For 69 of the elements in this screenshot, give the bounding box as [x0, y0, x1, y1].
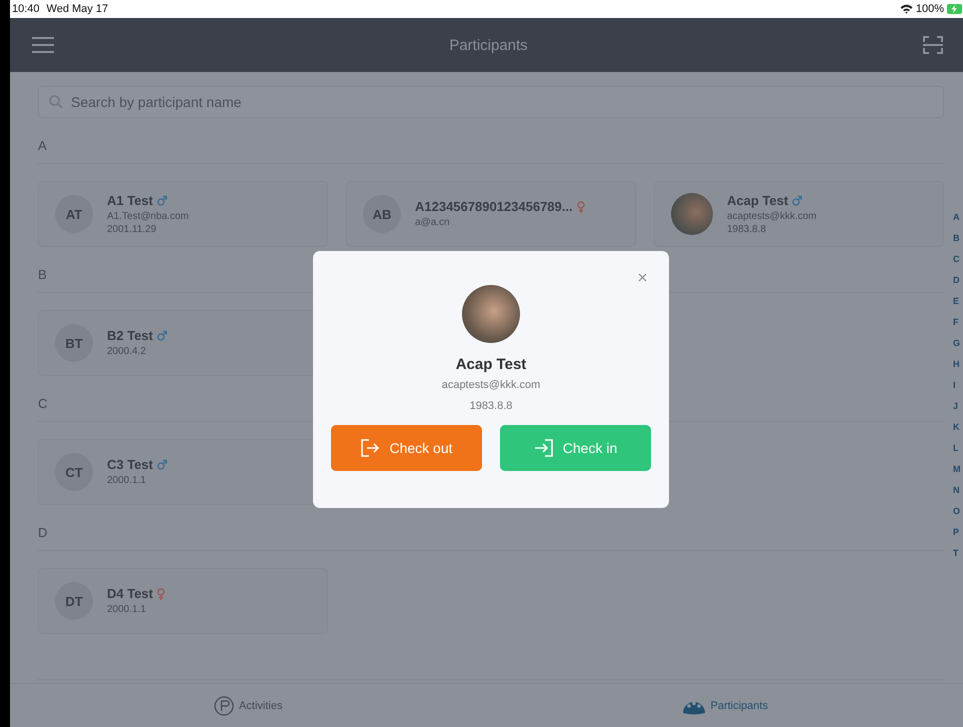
participant-email: acaptests@kkk.com: [442, 379, 540, 391]
participant-name: A1 Test: [107, 192, 153, 208]
participant-detail: acaptests@kkk.com: [727, 210, 817, 222]
participant-detail: 1983.8.8: [727, 222, 766, 236]
index-letter[interactable]: M: [953, 462, 963, 476]
participant-detail: 2000.1.1: [107, 603, 146, 616]
tab[interactable]: Participants: [486, 684, 963, 727]
female-icon: [157, 588, 165, 600]
avatar-initials: DT: [55, 582, 93, 620]
avatar-initials: BT: [55, 324, 93, 362]
status-time: 10:40: [12, 3, 40, 15]
index-letter[interactable]: B: [953, 231, 963, 245]
tab[interactable]: Activities: [10, 684, 486, 727]
avatar-initials: AT: [55, 195, 93, 233]
index-letter[interactable]: K: [953, 420, 963, 434]
scan-icon[interactable]: [923, 36, 943, 54]
male-icon: [792, 194, 802, 206]
search-field[interactable]: Search by participant name: [38, 86, 944, 118]
participant-name: Acap Test: [456, 356, 526, 373]
section-letter: A: [38, 138, 47, 153]
check-out-button[interactable]: Check out: [331, 425, 482, 471]
avatar-photo: [671, 193, 713, 235]
index-letter[interactable]: L: [953, 441, 963, 455]
index-letter[interactable]: D: [953, 273, 963, 287]
exit-arrow-icon: [360, 439, 380, 457]
status-date: Wed May 17: [46, 3, 108, 15]
participant-name: D4 Test: [107, 586, 153, 601]
participant-detail: 2000.4.2: [107, 345, 146, 358]
participant-detail: A1.Test@nba.com: [107, 210, 189, 222]
index-letter[interactable]: N: [953, 483, 963, 497]
female-icon: [576, 200, 585, 212]
index-letter[interactable]: O: [953, 504, 963, 518]
participant-detail: 2000.1.1: [107, 474, 146, 487]
index-letter[interactable]: E: [953, 294, 963, 308]
participant-birthdate: 1983.8.8: [470, 400, 512, 412]
participant-card[interactable]: Acap Test acaptests@kkk.com 1983.8.8: [654, 181, 944, 247]
participant-detail: 2001.11.29: [107, 222, 156, 236]
check-in-button[interactable]: Check in: [500, 425, 651, 471]
wifi-icon: [900, 4, 913, 14]
header-title: Participants: [449, 36, 528, 54]
index-letter[interactable]: C: [953, 252, 963, 266]
avatar-initials: AB: [363, 195, 401, 233]
enter-arrow-icon: [534, 439, 554, 457]
menu-icon[interactable]: [32, 36, 54, 54]
participant-detail: a@a.cn: [415, 216, 450, 229]
male-icon: [157, 330, 167, 341]
male-icon: [157, 194, 167, 206]
participant-card[interactable]: AT A1 Test A1.Test@nba.com 2001.11.29: [38, 181, 328, 247]
participant-card[interactable]: AB A1234567890123456789... a@a.cn: [346, 181, 636, 247]
index-letter[interactable]: G: [953, 336, 963, 350]
participant-name: C3 Test: [107, 457, 153, 472]
participant-name: A1234567890123456789...: [415, 199, 573, 214]
participant-card[interactable]: DT D4 Test 2000.1.1: [38, 568, 328, 634]
index-letter[interactable]: H: [953, 357, 963, 371]
participant-name: B2 Test: [107, 328, 153, 343]
index-letter[interactable]: I: [953, 378, 963, 392]
avatar-initials: CT: [55, 453, 93, 491]
section-letter: B: [38, 267, 47, 282]
participant-name: Acap Test: [727, 192, 788, 208]
close-button[interactable]: [636, 271, 649, 284]
section-letter: C: [38, 396, 48, 411]
section-letter: D: [38, 525, 48, 540]
index-letter[interactable]: T: [953, 546, 963, 560]
male-icon: [157, 459, 167, 470]
index-letter[interactable]: P: [953, 525, 963, 539]
battery-percent: 100%: [916, 3, 944, 15]
index-letter[interactable]: A: [953, 210, 963, 224]
index-letter[interactable]: J: [953, 399, 963, 413]
index-letter[interactable]: F: [953, 315, 963, 329]
